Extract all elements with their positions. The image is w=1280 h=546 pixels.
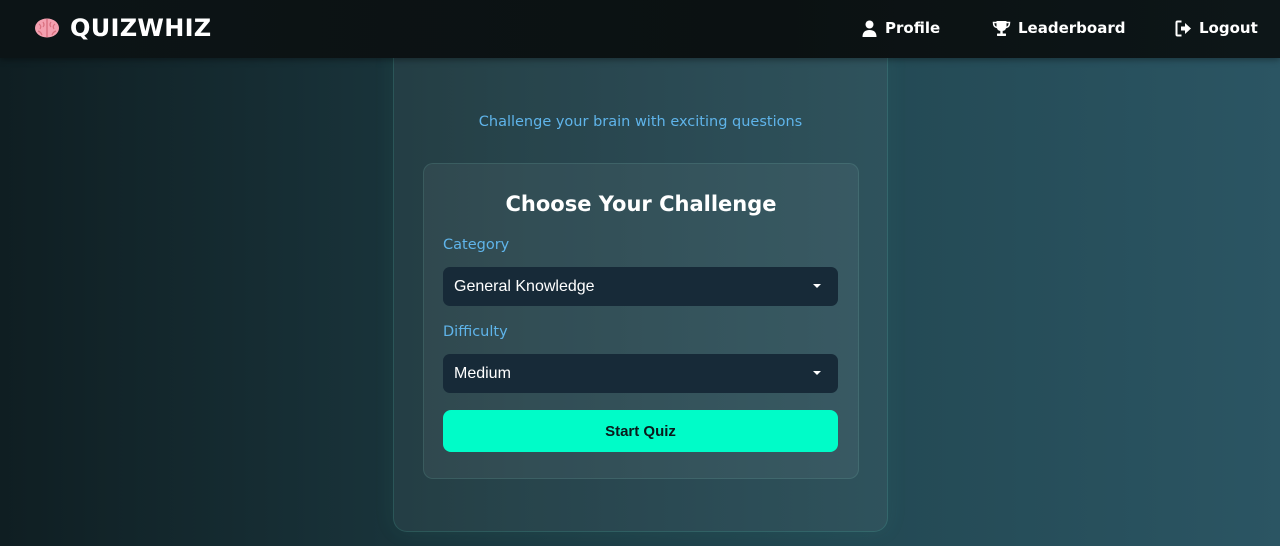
trophy-icon bbox=[992, 20, 1011, 37]
nav-leaderboard-label: Leaderboard bbox=[1018, 19, 1126, 37]
hero-subtitle: Challenge your brain with exciting quest… bbox=[478, 114, 803, 130]
logout-icon bbox=[1175, 20, 1192, 37]
nav-leaderboard-link[interactable]: Leaderboard bbox=[992, 17, 1125, 39]
category-select-value: General Knowledge bbox=[454, 277, 595, 295]
user-icon bbox=[861, 20, 878, 37]
category-select[interactable]: General Knowledge bbox=[443, 267, 838, 306]
brain-icon bbox=[34, 17, 60, 39]
nav-profile-link[interactable]: Profile bbox=[861, 17, 940, 39]
brand-logo[interactable]: QUIZWHIZ bbox=[34, 14, 212, 42]
panel-title: Choose Your Challenge bbox=[505, 192, 777, 216]
difficulty-label: Difficulty bbox=[443, 324, 508, 340]
difficulty-select-value: Medium bbox=[454, 364, 511, 382]
nav-profile-label: Profile bbox=[885, 19, 941, 37]
top-navbar: QUIZWHIZ Profile Leaderboard Logout bbox=[0, 0, 1280, 58]
brand-name: QUIZWHIZ bbox=[70, 14, 212, 42]
nav-logout-link[interactable]: Logout bbox=[1175, 17, 1258, 39]
start-quiz-button[interactable]: Start Quiz bbox=[443, 410, 838, 452]
nav-logout-label: Logout bbox=[1199, 19, 1258, 37]
caret-down-icon bbox=[813, 371, 821, 375]
category-label: Category bbox=[443, 237, 510, 253]
difficulty-select[interactable]: Medium bbox=[443, 354, 838, 393]
caret-down-icon bbox=[813, 284, 821, 288]
